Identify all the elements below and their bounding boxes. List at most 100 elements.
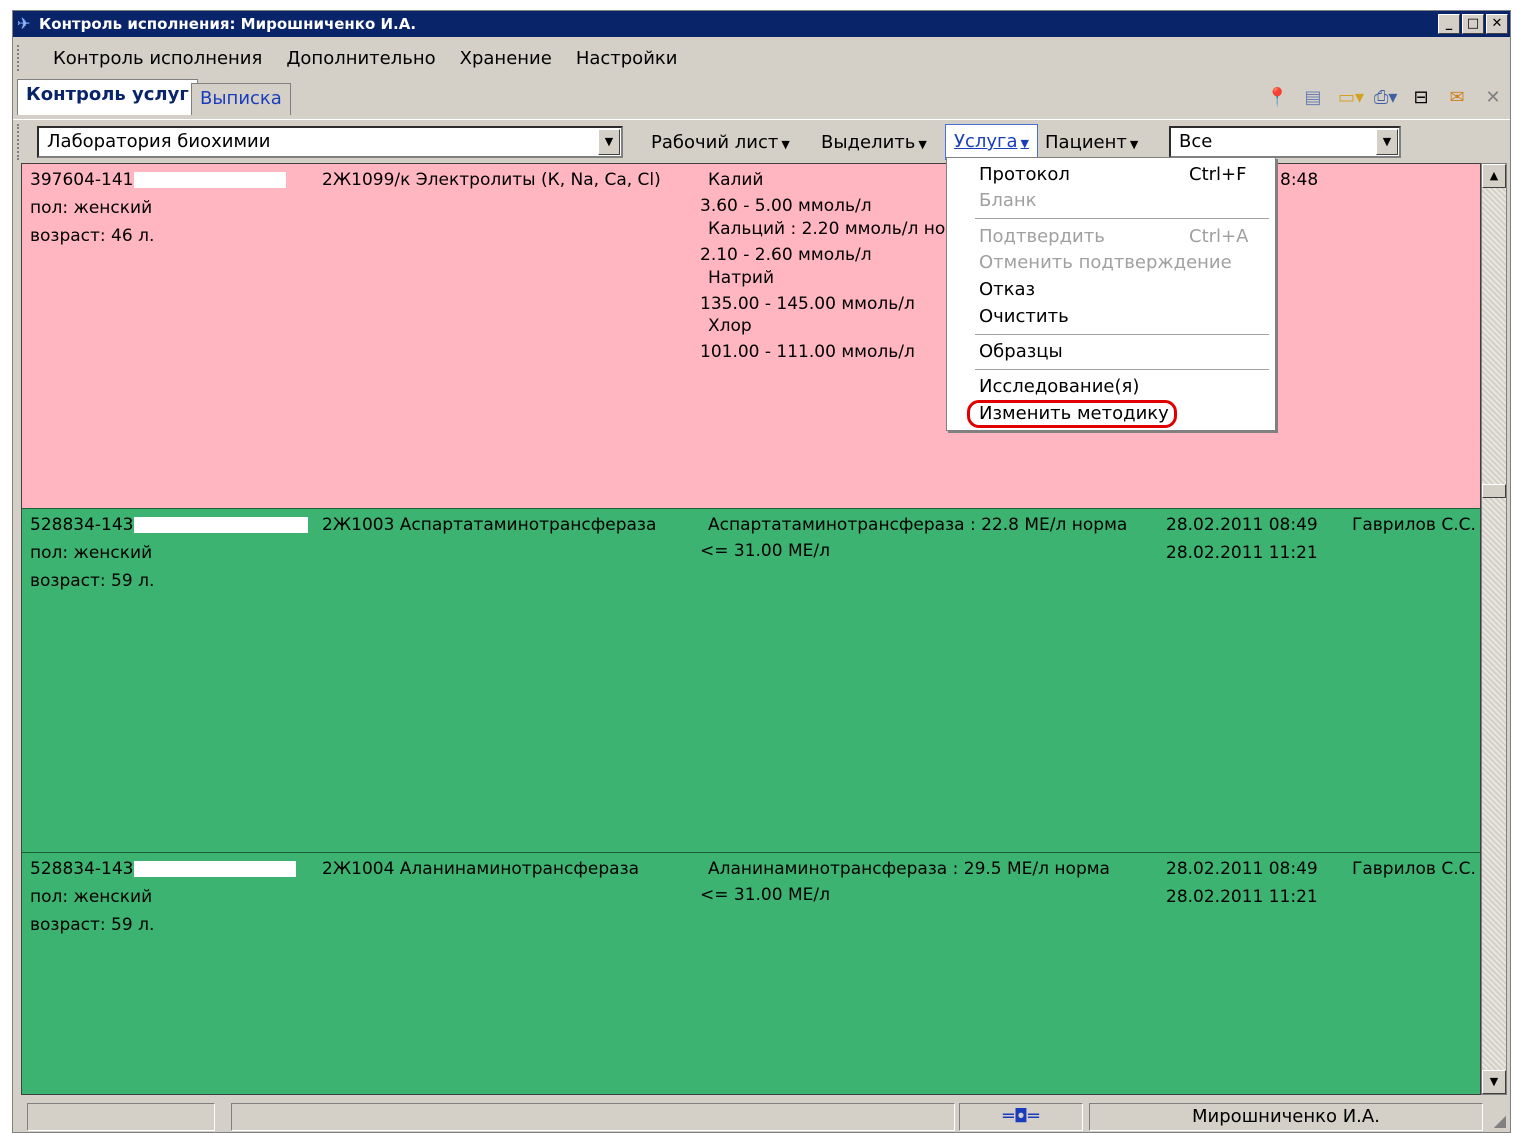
row-service: 2Ж1004 Аланинаминотрансфераза [322, 859, 640, 879]
red-highlight-annotation [967, 400, 1177, 428]
worksheet-label: Рабочий лист [651, 132, 779, 153]
toolbar-grip[interactable] [17, 124, 23, 160]
menu-item-blank[interactable]: Бланк [979, 190, 1037, 211]
caret-down-icon: ▼ [1129, 138, 1139, 151]
status-panel-1 [27, 1103, 215, 1131]
result-line: Калий [708, 170, 764, 190]
folder-icon[interactable]: ▭▾ [1338, 87, 1364, 109]
scroll-up-icon[interactable]: ▲ [1482, 164, 1506, 188]
result-line: Хлор [708, 316, 752, 336]
result-line: Натрий [708, 268, 774, 288]
row-sex: пол: женский [30, 198, 153, 218]
resize-grip-icon[interactable]: ◢ [1494, 1111, 1506, 1130]
service-label: Услуга [954, 131, 1018, 152]
menu-storage[interactable]: Хранение [448, 48, 564, 69]
menu-item-protocol[interactable]: Протокол [979, 164, 1070, 185]
result-line: Кальций : 2.20 ммоль/л нор [708, 219, 957, 239]
menu-item-samples[interactable]: Образцы [979, 341, 1063, 362]
patient-button[interactable]: Пациент ▼ [1045, 132, 1138, 153]
tab-row: Контроль услуг Выписка 📍 ▤ ▭▾ ⎙▾ ⊟ ✉ ✕ [13, 79, 1510, 117]
table-row[interactable]: 528834-143 пол: женский возраст: 59 л. 2… [22, 852, 1480, 1094]
row-id: 397604-141 [30, 170, 134, 190]
row-date2: 28.02.2011 11:21 [1166, 887, 1318, 907]
redacted-name [134, 861, 296, 877]
worksheet-button[interactable]: Рабочий лист ▼ [651, 132, 790, 153]
chevron-down-icon[interactable]: ▼ [1376, 129, 1398, 155]
redacted-name [134, 172, 286, 188]
menu-control[interactable]: Контроль исполнения [41, 48, 274, 69]
row-age: возраст: 59 л. [30, 571, 155, 591]
table-row[interactable]: 528834-143 пол: женский возраст: 59 л. 2… [22, 508, 1480, 852]
menu-additional[interactable]: Дополнительно [274, 48, 447, 69]
result-line: 135.00 - 145.00 ммоль/л [700, 294, 915, 314]
row-service: 2Ж1099/к Электролиты (К, Na, Ca, Cl) [322, 170, 661, 190]
pin-icon[interactable]: 📍 [1266, 87, 1288, 109]
lab-combo-value: Лаборатория биохимии [47, 131, 271, 152]
row-date1: 28.02.2011 08:49 [1166, 515, 1318, 535]
tab-statement[interactable]: Выписка [191, 83, 291, 115]
result-line: <= 31.00 МЕ/л [700, 885, 830, 905]
lab-combo[interactable]: Лаборатория биохимии ▼ [37, 126, 623, 158]
main-window: ✈ Контроль исполнения: Мирошниченко И.А.… [12, 10, 1511, 1133]
tab-service-control[interactable]: Контроль услуг [17, 79, 198, 115]
row-date2: 28.02.2011 11:21 [1166, 543, 1318, 563]
chevron-down-icon[interactable]: ▼ [598, 129, 620, 155]
result-line: 2.10 - 2.60 ммоль/л [700, 245, 872, 265]
status-panel-2 [231, 1103, 955, 1131]
document-icon[interactable]: ▤ [1302, 87, 1324, 109]
menu-item-cancel-confirm[interactable]: Отменить подтверждение [979, 252, 1232, 273]
menubar-grip[interactable] [17, 45, 23, 71]
maximize-button[interactable]: □ [1462, 14, 1484, 34]
filter-toolbar: Лаборатория биохимии ▼ Рабочий лист ▼ Выд… [13, 119, 1510, 163]
close-button[interactable]: ✕ [1486, 14, 1508, 34]
scroll-thumb[interactable] [1482, 484, 1506, 498]
service-dropdown-menu: Протокол Ctrl+F Бланк Подтвердить Ctrl+A… [946, 157, 1276, 431]
result-line: 3.60 - 5.00 ммоль/л [700, 196, 872, 216]
result-line: Аланинаминотрансфераза : 29.5 МЕ/л норма [708, 859, 1110, 879]
select-label: Выделить [821, 132, 916, 153]
row-age: возраст: 59 л. [30, 915, 155, 935]
row-sex: пол: женский [30, 543, 153, 563]
redacted-name [134, 517, 308, 533]
menu-separator [975, 369, 1269, 371]
shortcut-confirm: Ctrl+A [1189, 226, 1249, 247]
filter-combo[interactable]: Все ▼ [1169, 126, 1401, 158]
menu-separator [975, 218, 1269, 220]
menu-separator [975, 334, 1269, 336]
menu-item-clear[interactable]: Очистить [979, 306, 1069, 327]
menu-item-confirm[interactable]: Подтвердить [979, 226, 1105, 247]
result-line: 101.00 - 111.00 ммоль/л [700, 342, 915, 362]
mail-icon[interactable]: ✉ [1446, 87, 1468, 109]
menu-item-refuse[interactable]: Отказ [979, 279, 1035, 300]
toolbar-icons: 📍 ▤ ▭▾ ⎙▾ ⊟ ✉ ✕ [1266, 87, 1504, 109]
window-title: Контроль исполнения: Мирошниченко И.А. [39, 15, 417, 33]
print-icon[interactable]: ⎙▾ [1374, 87, 1397, 109]
row-date1: 28.02.2011 08:49 [1166, 859, 1318, 879]
row-age: возраст: 46 л. [30, 226, 155, 246]
result-line: Аспартатаминотрансфераза : 22.8 МЕ/л нор… [708, 515, 1128, 535]
status-user: Мирошниченко И.А. [1089, 1103, 1483, 1131]
menu-item-research[interactable]: Исследование(я) [979, 376, 1139, 397]
vertical-scrollbar[interactable]: ▲ ▼ [1481, 163, 1507, 1095]
result-line: <= 31.00 МЕ/л [700, 541, 830, 561]
patient-label: Пациент [1045, 132, 1127, 153]
scroll-down-icon[interactable]: ▼ [1482, 1070, 1506, 1094]
close-icon[interactable]: ✕ [1482, 87, 1504, 109]
row-doctor: Гаврилов С.С. [1352, 859, 1476, 879]
title-bar: ✈ Контроль исполнения: Мирошниченко И.А.… [13, 11, 1510, 37]
service-button[interactable]: Услуга ▼ [945, 124, 1038, 160]
window-icon[interactable]: ⊟ [1410, 87, 1432, 109]
menu-settings[interactable]: Настройки [564, 48, 690, 69]
caret-down-icon: ▼ [781, 138, 790, 151]
shortcut-protocol: Ctrl+F [1189, 164, 1247, 185]
caret-down-icon: ▼ [1020, 137, 1029, 150]
caret-down-icon: ▼ [918, 138, 927, 151]
minimize-button[interactable]: _ [1438, 14, 1460, 34]
select-button[interactable]: Выделить ▼ [821, 132, 927, 153]
row-service: 2Ж1003 Аспартатаминотрансфераза [322, 515, 657, 535]
connection-icon: ═◘═ [959, 1103, 1083, 1131]
app-icon: ✈ [17, 14, 31, 33]
row-id: 528834-143 [30, 859, 134, 879]
row-id: 528834-143 [30, 515, 134, 535]
status-bar: ═◘═ Мирошниченко И.А. ◢ [13, 1099, 1510, 1133]
